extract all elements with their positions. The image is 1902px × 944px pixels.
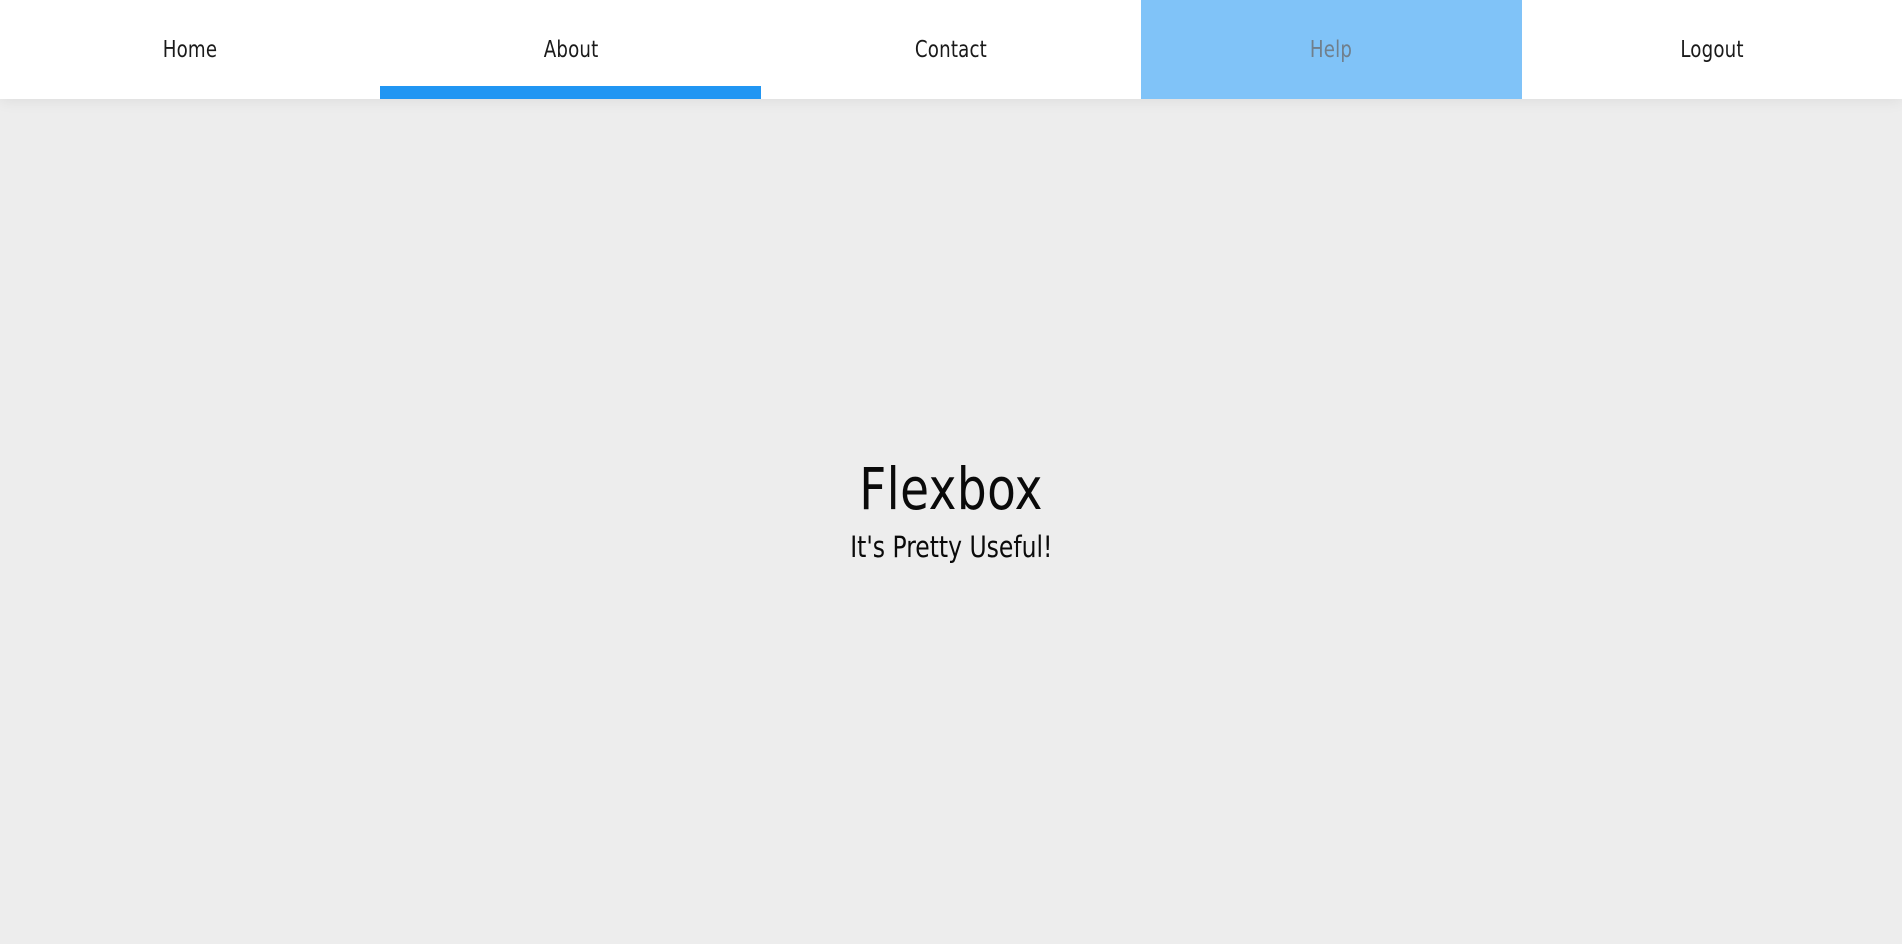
- nav-item-help[interactable]: Help: [1141, 0, 1522, 99]
- nav-item-contact[interactable]: Contact: [761, 0, 1141, 99]
- nav-item-label: Help: [1310, 36, 1353, 63]
- nav-item-label: Logout: [1680, 36, 1744, 63]
- nav-item-label: Home: [162, 36, 218, 63]
- nav-item-logout[interactable]: Logout: [1522, 0, 1902, 99]
- nav-item-label: About: [543, 36, 598, 63]
- hero-subtitle: It's Pretty Useful!: [849, 529, 1053, 564]
- nav-item-home[interactable]: Home: [0, 0, 380, 99]
- top-navigation: Home About Contact Help Logout: [0, 0, 1902, 99]
- hero-section: Flexbox It's Pretty Useful!: [0, 99, 1902, 944]
- hero-title: Flexbox: [859, 454, 1043, 523]
- nav-item-about[interactable]: About: [380, 0, 762, 99]
- nav-item-label: Contact: [914, 36, 988, 63]
